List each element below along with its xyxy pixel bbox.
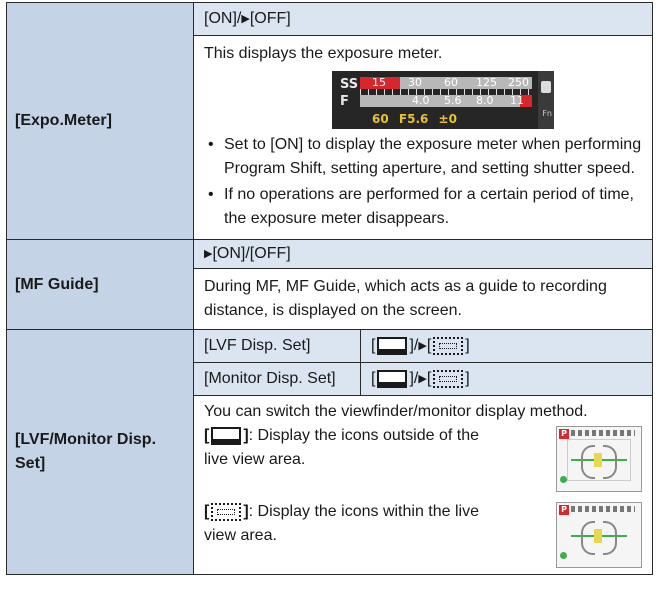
expo-meter-label: [Expo.Meter]: [15, 112, 112, 129]
f-label: F: [340, 94, 349, 109]
icons-outside-icon: [377, 337, 408, 355]
expo-meter-bullets: Set to [ON] to display the exposure mete…: [204, 133, 642, 231]
f-tick: 4.0: [412, 94, 430, 107]
mf-guide-options: ▶[ON]/[OFF]: [193, 239, 653, 269]
exposure-meter-image: SS F 15 30 60 125 250 4.0 5.6 8.0 11 60 …: [332, 71, 554, 129]
monitor-disp-cells: [Monitor Disp. Set] []/▶[]: [194, 363, 652, 395]
monitor-disp-row: [Monitor Disp. Set] []/▶[]: [193, 362, 653, 396]
side-tab: Fn: [538, 71, 554, 129]
f-scale: 4.0 5.6 8.0 11: [360, 94, 532, 107]
mode-outside: []: Display the icons outside of the liv…: [204, 424, 642, 494]
mode-inside-key: []: [204, 502, 249, 521]
mf-guide-label: [MF Guide]: [15, 275, 99, 293]
bullet-item: Set to [ON] to display the exposure mete…: [204, 133, 642, 181]
mode-badge: P: [559, 429, 569, 439]
meter-readout: 60 F5.6 ±0: [372, 112, 463, 126]
f-readout: F5.6: [398, 112, 429, 126]
icons-inside-icon: [433, 370, 464, 388]
fn-label: Fn: [542, 109, 552, 118]
ss-tick: 60: [444, 76, 458, 89]
af-area: [594, 453, 602, 467]
mode-outside-text: []: Display the icons outside of the liv…: [204, 424, 504, 472]
expo-meter-option-off: [OFF]: [249, 10, 291, 27]
ss-tick: 125: [476, 76, 497, 89]
mf-guide-heading: [MF Guide]: [6, 239, 194, 330]
lvf-heading: [LVF/Monitor Disp. Set]: [6, 329, 194, 575]
mf-guide-description: During MF, MF Guide, which acts as a gui…: [193, 268, 653, 330]
ss-tick: 250: [508, 76, 529, 89]
ss-readout: 60: [372, 112, 389, 126]
f-tick: 8.0: [476, 94, 494, 107]
f-tick: 11: [510, 94, 524, 107]
default-marker-icon: ▶: [418, 372, 427, 385]
focus-dot: [560, 476, 567, 483]
mode-badge: P: [559, 505, 569, 515]
icons-outside-icon: [377, 370, 408, 388]
screen-preview-inside: P: [556, 502, 642, 568]
mf-guide-option-off: /[OFF]: [245, 245, 291, 262]
preview-icon-bar: [571, 430, 635, 436]
lvf-disp-row: [LVF Disp. Set] []/▶[]: [193, 329, 653, 363]
default-marker-icon: ▶: [204, 248, 213, 260]
lvf-disp-cells: [LVF Disp. Set] []/▶[]: [194, 330, 652, 362]
icons-outside-icon: [211, 426, 242, 445]
monitor-disp-name: [Monitor Disp. Set]: [194, 363, 361, 395]
exposure-meter-body: SS F 15 30 60 125 250 4.0 5.6 8.0 11 60 …: [332, 71, 554, 129]
af-bracket-left: [581, 445, 595, 479]
screen-preview-outside: P: [556, 426, 642, 492]
default-marker-icon: ▶: [241, 13, 250, 25]
icons-inside-icon: [433, 337, 464, 355]
af-bracket-right: [603, 521, 617, 555]
expo-meter-description: This displays the exposure meter. SS F 1…: [193, 35, 653, 240]
default-marker-icon: ▶: [418, 339, 427, 352]
lvf-intro: You can switch the viewfinder/monitor di…: [204, 403, 588, 420]
af-area: [594, 529, 602, 543]
icons-inside-icon: [211, 502, 242, 521]
ss-label: SS: [340, 77, 359, 92]
mode-inside: []: Display the icons within the live vi…: [204, 500, 642, 570]
ss-tick: 30: [408, 76, 422, 89]
expo-meter-heading: [Expo.Meter]: [6, 2, 194, 240]
ss-tick: 15: [372, 76, 386, 89]
expo-meter-option-on: [ON]/: [204, 10, 242, 27]
lvf-description: You can switch the viewfinder/monitor di…: [193, 395, 653, 575]
mode-outside-key: []: [204, 426, 249, 445]
monitor-disp-options: []/▶[]: [371, 370, 470, 388]
expo-meter-intro: This displays the exposure meter.: [204, 45, 443, 62]
settings-table: [Expo.Meter] [ON]/▶[OFF] This displays t…: [6, 2, 653, 575]
expo-meter-options: [ON]/▶[OFF]: [193, 2, 653, 36]
ss-scale: 15 30 60 125 250: [360, 76, 532, 89]
mode-inside-text: []: Display the icons within the live vi…: [204, 500, 504, 548]
focus-dot: [560, 552, 567, 559]
lvf-disp-name: [LVF Disp. Set]: [194, 330, 361, 362]
mf-guide-text: During MF, MF Guide, which acts as a gui…: [204, 278, 607, 319]
left-arrow-icon: [541, 81, 551, 93]
lvf-disp-options: []/▶[]: [371, 337, 470, 355]
lvf-label: [LVF/Monitor Disp. Set]: [15, 431, 157, 472]
preview-icon-bar: [571, 506, 635, 512]
ev-readout: ±0: [438, 112, 457, 126]
af-bracket-left: [581, 521, 595, 555]
mf-guide-option-on: [ON]: [212, 245, 246, 262]
f-tick: 5.6: [444, 94, 462, 107]
bullet-item: If no operations are performed for a cer…: [204, 183, 642, 231]
